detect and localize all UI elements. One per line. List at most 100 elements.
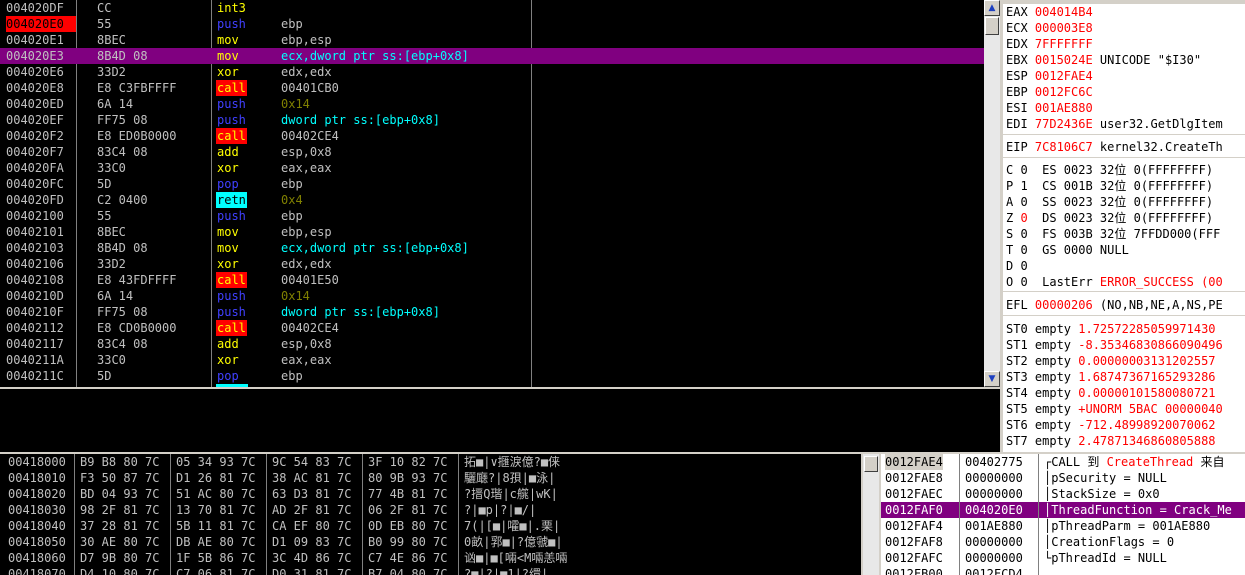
disasm-row[interactable]: 00402101 8BEC mov ebp,esp bbox=[0, 224, 984, 240]
disasm-row[interactable]: 00402103 8B4D 08 mov ecx,dword ptr ss:[ebp+… bbox=[0, 240, 984, 256]
stack-address[interactable]: 0012FAF4 bbox=[885, 518, 943, 534]
disasm-row[interactable]: 00402100 55 push ebp bbox=[0, 208, 984, 224]
instruction-address[interactable]: 004020E1 bbox=[6, 32, 76, 48]
register-row[interactable]: EDI 77D2436E user32.GetDlgItem bbox=[1006, 116, 1223, 132]
instruction-address[interactable]: 00402101 bbox=[6, 224, 76, 240]
instruction-address[interactable]: 0040211A bbox=[6, 352, 76, 368]
stack-row[interactable]: 0012FAE4 00402775 ┌CALL 到 CreateThread 来自 bbox=[881, 454, 1245, 470]
register-row[interactable]: P 1 CS 001B 32位 0(FFFFFFFF) bbox=[1006, 178, 1213, 194]
stack-address[interactable]: 0012FAFC bbox=[885, 550, 943, 566]
disasm-row[interactable]: 0040210F FF75 08 push dword ptr ss:[ebp+0x8… bbox=[0, 304, 984, 320]
disasm-row[interactable]: 00402106 33D2 xor edx,edx bbox=[0, 256, 984, 272]
disasm-row[interactable]: 004020FA 33C0 xor eax,eax bbox=[0, 160, 984, 176]
disasm-row[interactable]: 004020DF CC int3 bbox=[0, 0, 984, 16]
disasm-row[interactable]: 004020EF FF75 08 push dword ptr ss:[ebp+0x8… bbox=[0, 112, 984, 128]
disassembly-pane[interactable]: 004020DF CC int3 004020E0 55 push ebp 004020E1 8… bbox=[0, 0, 984, 387]
stack-row[interactable]: 0012FAE8 00000000 │pSecurity = NULL bbox=[881, 470, 1245, 486]
registers-pane[interactable]: EAX 004014B4 ECX 000003E8 EDX 7FFFFFFF EBX … bbox=[1003, 0, 1245, 452]
instruction-address[interactable]: 004020E8 bbox=[6, 80, 76, 96]
instruction-address[interactable]: 004020E0 bbox=[6, 16, 76, 32]
disasm-row[interactable]: 004020F2 E8 ED0B0000 call 00402CE4 bbox=[0, 128, 984, 144]
scroll-thumb[interactable] bbox=[864, 456, 878, 472]
disasm-row[interactable]: 004020E8 E8 C3FBFFFF call 00401CB0 bbox=[0, 80, 984, 96]
disasm-row[interactable]: 004020F7 83C4 08 add esp,0x8 bbox=[0, 144, 984, 160]
scroll-down-icon[interactable]: ▼ bbox=[984, 371, 1000, 387]
scroll-thumb[interactable] bbox=[985, 17, 999, 35]
register-row[interactable]: S 0 FS 003B 32位 7FFDD000(FFF bbox=[1006, 226, 1220, 242]
register-row[interactable]: ST2 empty 0.00000003131202557 bbox=[1006, 353, 1216, 369]
register-row[interactable]: EAX 004014B4 bbox=[1006, 4, 1093, 20]
register-row[interactable]: ST5 empty +UNORM 5BAC 00000040 bbox=[1006, 401, 1223, 417]
register-row[interactable]: ST3 empty 1.68747367165293286 bbox=[1006, 369, 1216, 385]
instruction-address[interactable]: 004020FC bbox=[6, 176, 76, 192]
instruction-address[interactable]: 00402100 bbox=[6, 208, 76, 224]
register-row[interactable]: ECX 000003E8 bbox=[1006, 20, 1093, 36]
instruction-address[interactable]: 004020E3 bbox=[6, 48, 76, 64]
disasm-row[interactable]: 00402112 E8 CD0B0000 call 00402CE4 bbox=[0, 320, 984, 336]
memory-dump-pane[interactable]: 00418000 B9 B8 80 7C 05 34 93 7C 9C 54 83 7… bbox=[0, 454, 861, 575]
disasm-row[interactable]: 004020FC 5D pop ebp bbox=[0, 176, 984, 192]
stack-address[interactable]: 0012FB00 bbox=[885, 566, 943, 575]
instruction-address[interactable]: 0040210F bbox=[6, 304, 76, 320]
stack-row[interactable]: 0012FAF8 00000000 │CreationFlags = 0 bbox=[881, 534, 1245, 550]
register-row[interactable]: T 0 GS 0000 NULL bbox=[1006, 242, 1129, 258]
register-row[interactable]: ST4 empty 0.00000101580080721 bbox=[1006, 385, 1216, 401]
instruction-address[interactable]: 00402103 bbox=[6, 240, 76, 256]
register-row[interactable]: ST0 empty 1.72572285059971430 bbox=[1006, 321, 1216, 337]
instruction-address[interactable]: 00402112 bbox=[6, 320, 76, 336]
instruction-address[interactable]: 00402106 bbox=[6, 256, 76, 272]
stack-row[interactable]: 0012FB00 0012FCD4 bbox=[881, 566, 1245, 575]
disassembly-scrollbar[interactable]: ▲ ▼ bbox=[984, 0, 1000, 387]
dump-address[interactable]: 00418020 bbox=[8, 486, 66, 502]
disasm-row[interactable]: 0040210D 6A 14 push 0x14 bbox=[0, 288, 984, 304]
disasm-row[interactable]: 00402117 83C4 08 add esp,0x8 bbox=[0, 336, 984, 352]
register-row[interactable]: D 0 bbox=[1006, 258, 1028, 274]
instruction-address[interactable]: 004020FA bbox=[6, 160, 76, 176]
instruction-address[interactable]: 0040211C bbox=[6, 368, 76, 384]
dump-address[interactable]: 00418030 bbox=[8, 502, 66, 518]
dump-address[interactable]: 00418070 bbox=[8, 566, 66, 575]
instruction-address[interactable]: 0040210D bbox=[6, 288, 76, 304]
register-row[interactable]: ESP 0012FAE4 bbox=[1006, 68, 1093, 84]
stack-scrollbar[interactable] bbox=[863, 454, 879, 575]
stack-row[interactable]: 0012FAFC 00000000 └pThreadId = NULL bbox=[881, 550, 1245, 566]
disasm-row[interactable]: 004020E3 8B4D 08 mov ecx,dword ptr ss:[ebp+… bbox=[0, 48, 984, 64]
instruction-address[interactable]: 004020F7 bbox=[6, 144, 76, 160]
instruction-address[interactable]: 004020F2 bbox=[6, 128, 76, 144]
dump-address[interactable]: 00418060 bbox=[8, 550, 66, 566]
register-row[interactable]: EDX 7FFFFFFF bbox=[1006, 36, 1093, 52]
disasm-row[interactable]: 004020E6 33D2 xor edx,edx bbox=[0, 64, 984, 80]
instruction-address[interactable]: 00402117 bbox=[6, 336, 76, 352]
stack-address[interactable]: 0012FAF0 bbox=[885, 502, 943, 518]
register-row[interactable]: ST1 empty -8.35346830866090496 bbox=[1006, 337, 1223, 353]
dump-address[interactable]: 00418010 bbox=[8, 470, 66, 486]
disasm-row[interactable]: 00402108 E8 43FDFFFF call 00401E50 bbox=[0, 272, 984, 288]
disasm-row[interactable]: 004020FD C2 0400 retn 0x4 bbox=[0, 192, 984, 208]
stack-address[interactable]: 0012FAE8 bbox=[885, 470, 943, 486]
stack-address[interactable]: 0012FAE4 bbox=[885, 454, 943, 470]
stack-address[interactable]: 0012FAF8 bbox=[885, 534, 943, 550]
stack-address[interactable]: 0012FAEC bbox=[885, 486, 943, 502]
stack-row[interactable]: 0012FAF4 001AE880 │pThreadParm = 001AE880 bbox=[881, 518, 1245, 534]
instruction-address[interactable]: 004020DF bbox=[6, 0, 76, 16]
disasm-row[interactable]: 0040211C 5D pop ebp bbox=[0, 368, 984, 384]
register-row[interactable]: ST7 empty 2.47871346860805888 bbox=[1006, 433, 1216, 449]
disasm-row[interactable]: 004020E0 55 push ebp bbox=[0, 16, 984, 32]
dump-address[interactable]: 00418050 bbox=[8, 534, 66, 550]
register-row[interactable]: EFL 00000206 (NO,NB,NE,A,NS,PE bbox=[1006, 297, 1223, 313]
disasm-row[interactable]: 004020E1 8BEC mov ebp,esp bbox=[0, 32, 984, 48]
instruction-address[interactable]: 004020ED bbox=[6, 96, 76, 112]
stack-pane[interactable]: 0012FAE4 00402775 ┌CALL 到 CreateThread 来自 0… bbox=[881, 454, 1245, 575]
register-row[interactable]: A 0 SS 0023 32位 0(FFFFFFFF) bbox=[1006, 194, 1213, 210]
register-row[interactable]: EIP 7C8106C7 kernel32.CreateTh bbox=[1006, 139, 1223, 155]
dump-address[interactable]: 00418000 bbox=[8, 454, 66, 470]
register-row[interactable]: EBX 0015024E UNICODE "$I30" bbox=[1006, 52, 1201, 68]
stack-row[interactable]: 0012FAF0 004020E0 │ThreadFunction = Crack_… bbox=[881, 502, 1245, 518]
register-row[interactable]: C 0 ES 0023 32位 0(FFFFFFFF) bbox=[1006, 162, 1213, 178]
dump-address[interactable]: 00418040 bbox=[8, 518, 66, 534]
register-row[interactable]: ST6 empty -712.48998920070062 bbox=[1006, 417, 1216, 433]
disasm-row[interactable]: 004020ED 6A 14 push 0x14 bbox=[0, 96, 984, 112]
scroll-up-icon[interactable]: ▲ bbox=[984, 0, 1000, 16]
disasm-row[interactable]: 0040211A 33C0 xor eax,eax bbox=[0, 352, 984, 368]
stack-row[interactable]: 0012FAEC 00000000 │StackSize = 0x0 bbox=[881, 486, 1245, 502]
